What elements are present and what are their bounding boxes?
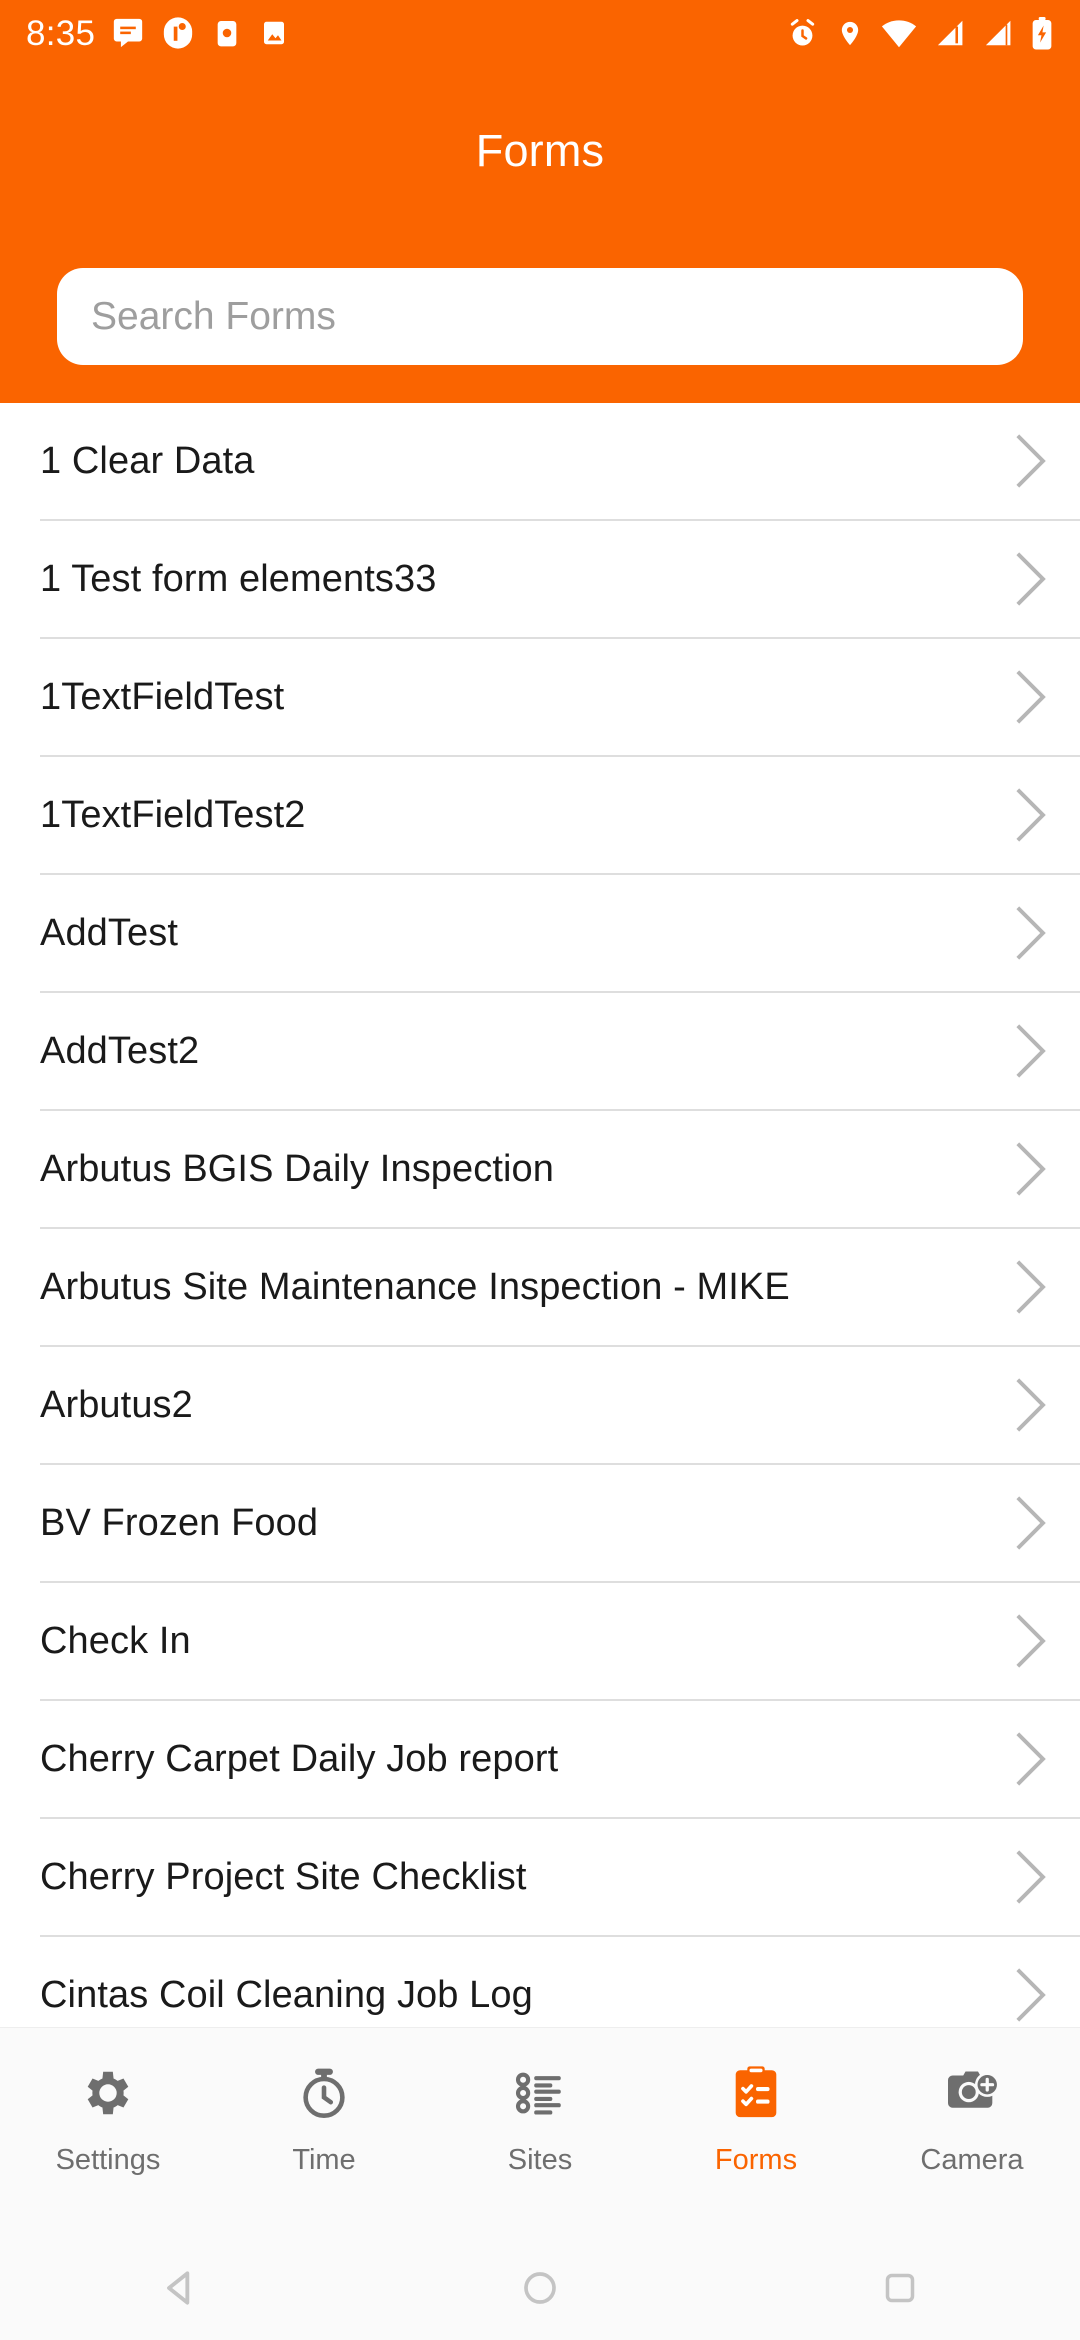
chevron-right-icon <box>1016 1024 1046 1078</box>
tab-label: Forms <box>714 2144 798 2176</box>
chevron-right-icon <box>1016 788 1046 842</box>
tab-label: Time <box>292 2144 356 2176</box>
list-item[interactable]: Arbutus BGIS Daily Inspection <box>0 1111 1080 1227</box>
image-icon <box>264 21 285 45</box>
list-item-label: Cherry Carpet Daily Job report <box>40 1737 559 1780</box>
list-item[interactable]: BV Frozen Food <box>0 1465 1080 1581</box>
list-item[interactable]: 1TextFieldTest2 <box>0 757 1080 873</box>
list-icon <box>511 2062 569 2124</box>
chevron-right-icon <box>1016 1850 1046 1904</box>
chevron-right-icon <box>1016 1142 1046 1196</box>
list-item[interactable]: Cintas Coil Cleaning Job Log <box>0 1937 1080 2027</box>
chevron-right-icon <box>1016 906 1046 960</box>
status-bar-right <box>786 16 1054 50</box>
list-item[interactable]: Check In <box>0 1583 1080 1699</box>
list-item[interactable]: 1TextFieldTest <box>0 639 1080 755</box>
tab-forms[interactable]: Forms <box>648 2028 864 2240</box>
list-item[interactable]: 1 Clear Data <box>0 403 1080 519</box>
android-navigation-bar <box>0 2240 1080 2340</box>
list-item[interactable]: Cherry Carpet Daily Job report <box>0 1701 1080 1817</box>
tab-camera[interactable]: Camera <box>864 2028 1080 2240</box>
list-item-label: Arbutus BGIS Daily Inspection <box>40 1147 555 1190</box>
list-item-label: Arbutus2 <box>40 1383 193 1426</box>
clipboard-checklist-icon <box>727 2062 785 2124</box>
chevron-right-icon <box>1016 1968 1046 2022</box>
recents-button[interactable] <box>720 2268 1080 2313</box>
list-item[interactable]: 1 Test form elements33 <box>0 521 1080 637</box>
recents-icon <box>880 2268 920 2313</box>
tab-time[interactable]: Time <box>216 2028 432 2240</box>
list-item-label: 1TextFieldTest2 <box>40 793 306 836</box>
list-item[interactable]: AddTest2 <box>0 993 1080 1109</box>
tab-settings[interactable]: Settings <box>0 2028 216 2240</box>
battery-charging-icon <box>1032 16 1052 49</box>
status-bar-clock: 8:35 <box>26 13 96 53</box>
list-item-label: Cintas Coil Cleaning Job Log <box>40 1973 533 2016</box>
tab-label: Camera <box>920 2144 1024 2176</box>
message-icon <box>114 18 143 48</box>
signal-2-icon <box>985 20 1011 46</box>
stopwatch-icon <box>295 2062 353 2124</box>
camera-add-icon <box>942 2062 1002 2124</box>
list-item[interactable]: Arbutus2 <box>0 1347 1080 1463</box>
chevron-right-icon <box>1016 1614 1046 1668</box>
app-icon <box>164 17 193 49</box>
list-item-label: AddTest2 <box>40 1029 200 1072</box>
gear-icon <box>79 2062 137 2124</box>
chevron-right-icon <box>1016 1378 1046 1432</box>
camera-status-icon <box>217 21 237 47</box>
list-item-label: BV Frozen Food <box>40 1501 319 1544</box>
status-bar: 8:35 <box>0 0 1080 66</box>
home-button[interactable] <box>360 2267 720 2314</box>
chevron-right-icon <box>1016 552 1046 606</box>
chevron-right-icon <box>1016 670 1046 724</box>
location-icon <box>841 21 859 45</box>
app-screen: Forms 8:35 <box>0 0 1080 2340</box>
chevron-right-icon <box>1016 434 1046 488</box>
forms-list[interactable]: 1 Clear Data 1 Test form elements33 1Tex… <box>0 403 1080 2027</box>
list-item-label: 1TextFieldTest <box>40 675 285 718</box>
tab-label: Settings <box>55 2144 161 2176</box>
signal-icon <box>937 20 963 46</box>
back-icon <box>158 2266 202 2315</box>
tab-sites[interactable]: Sites <box>432 2028 648 2240</box>
list-item[interactable]: Cherry Project Site Checklist <box>0 1819 1080 1935</box>
alarm-icon <box>790 18 815 45</box>
search-container <box>57 268 1023 365</box>
list-item-label: Arbutus Site Maintenance Inspection - MI… <box>40 1265 790 1308</box>
list-item-label: 1 Test form elements33 <box>40 557 437 600</box>
home-icon <box>519 2267 561 2314</box>
chevron-right-icon <box>1016 1260 1046 1314</box>
chevron-right-icon <box>1016 1496 1046 1550</box>
wifi-icon <box>881 20 917 48</box>
page-title: Forms <box>475 125 605 176</box>
bottom-tab-bar: Settings Time Sites Forms Camera <box>0 2027 1080 2240</box>
chevron-right-icon <box>1016 1732 1046 1786</box>
list-item[interactable]: AddTest <box>0 875 1080 991</box>
status-bar-left: 8:35 <box>26 16 289 51</box>
list-item-label: AddTest <box>40 911 179 954</box>
list-item[interactable]: Arbutus Site Maintenance Inspection - MI… <box>0 1229 1080 1345</box>
search-input[interactable] <box>57 268 1023 365</box>
list-item-label: 1 Clear Data <box>40 439 255 482</box>
list-item-label: Cherry Project Site Checklist <box>40 1855 527 1898</box>
back-button[interactable] <box>0 2266 360 2315</box>
tab-label: Sites <box>507 2144 573 2176</box>
list-item-label: Check In <box>40 1619 191 1662</box>
